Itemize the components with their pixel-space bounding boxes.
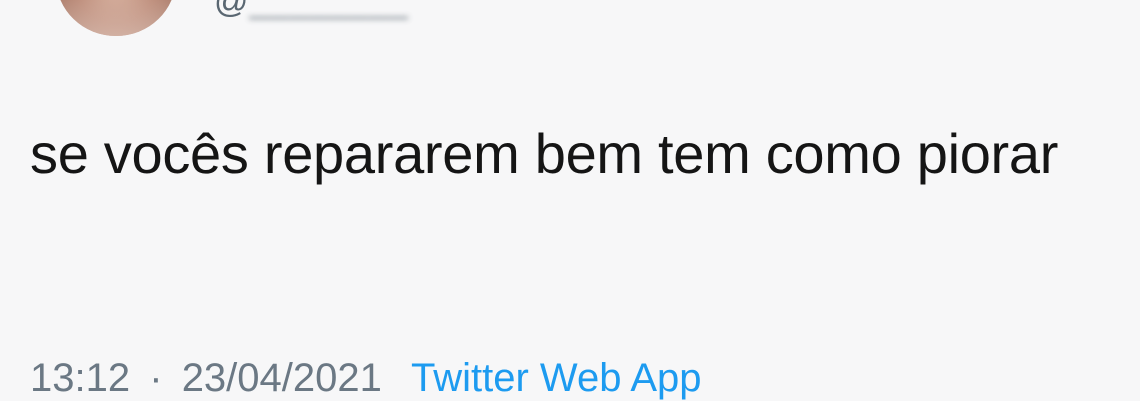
avatar[interactable]	[56, 0, 176, 36]
tweet-time[interactable]: 13:12	[30, 356, 130, 400]
user-handle[interactable]: @________	[214, 0, 409, 21]
tweet-card: @________ se vocês repararem bem tem com…	[0, 0, 1140, 400]
handle-obscured: ________	[249, 0, 409, 20]
tweet-date[interactable]: 23/04/2021	[182, 356, 382, 400]
handle-prefix: @	[214, 0, 250, 20]
tweet-text: se vocês repararem bem tem como piorar	[30, 122, 1059, 185]
meta-separator: ·	[149, 356, 163, 400]
tweet-source-link[interactable]: Twitter Web App	[411, 356, 702, 400]
